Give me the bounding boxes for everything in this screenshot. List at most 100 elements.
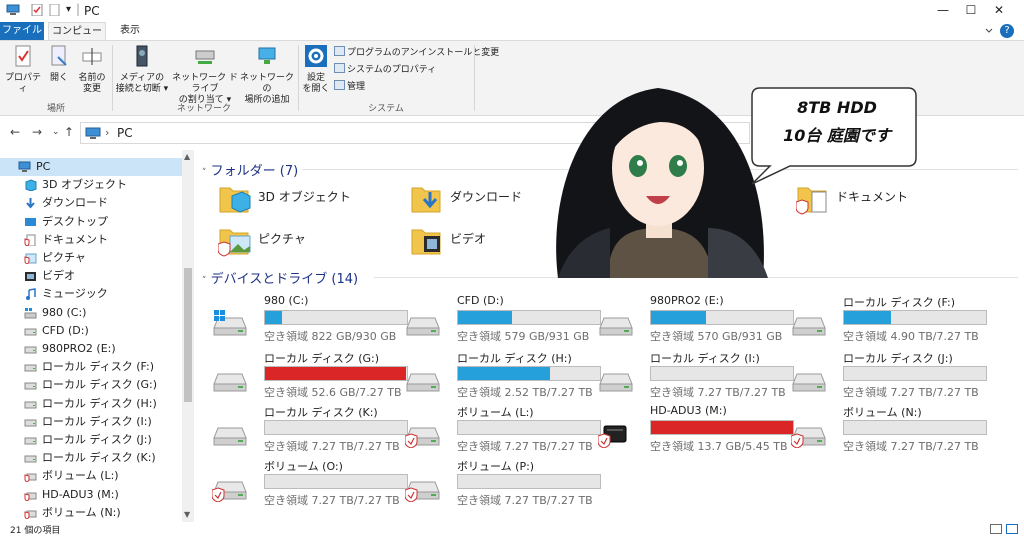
drive-name: ローカル ディスク (K:) <box>264 406 378 419</box>
drive-tile[interactable]: ローカル ディスク (F:) 空き領域 4.90 TB/7.27 TB <box>791 294 987 346</box>
tab-view[interactable]: 表示 <box>112 22 148 40</box>
nav-item[interactable]: ミュージック <box>0 285 182 303</box>
open-button[interactable]: 開く <box>44 45 74 84</box>
properties-button[interactable]: プロパティ <box>4 45 42 95</box>
protected-drive-icon <box>24 489 37 502</box>
nav-item-label: ローカル ディスク (H:) <box>42 396 157 410</box>
nav-item[interactable]: ピクチャ <box>0 249 182 267</box>
capacity-bar <box>457 310 601 325</box>
folder-item[interactable]: 3D オブジェクト <box>218 182 398 222</box>
nav-item[interactable]: CFD (D:) <box>0 322 182 340</box>
drive-tile[interactable]: ローカル ディスク (G:) 空き領域 52.6 GB/7.27 TB <box>212 350 408 402</box>
capacity-bar <box>843 366 987 381</box>
nav-item[interactable]: ボリューム (L:) <box>0 467 182 485</box>
tab-computer[interactable]: コンピューター <box>48 22 106 55</box>
nav-item[interactable]: ローカル ディスク (I:) <box>0 413 182 431</box>
nav-item[interactable]: HD-ADU3 (M:) <box>0 486 182 504</box>
nav-item[interactable]: 3D オブジェクト <box>0 176 182 194</box>
map-network-drive-button[interactable]: ネットワーク ドライブ の割り当て ▾ <box>170 45 240 106</box>
drive-tile[interactable]: 980PRO2 (E:) 空き領域 570 GB/931 GB <box>598 294 794 346</box>
tab-file[interactable]: ファイル <box>0 22 44 40</box>
capacity-bar-fill <box>844 311 891 324</box>
drive-tile[interactable]: ローカル ディスク (I:) 空き領域 7.27 TB/7.27 TB <box>598 350 794 402</box>
new-folder-icon[interactable] <box>48 4 62 16</box>
drive-tile[interactable]: ボリューム (L:) 空き領域 7.27 TB/7.27 TB <box>404 404 601 456</box>
system-properties-button[interactable]: システムのプロパティ <box>334 63 436 76</box>
scroll-thumb[interactable] <box>184 268 192 402</box>
drive-free-space: 空き領域 570 GB/931 GB <box>650 330 783 343</box>
help-button[interactable]: ? <box>1000 24 1014 38</box>
forward-button[interactable]: → <box>32 125 42 139</box>
add-network-location-button[interactable]: ネットワークの 場所の追加 <box>240 45 294 106</box>
rename-button[interactable]: 名前の 変更 <box>76 45 108 95</box>
folder-label: 3D オブジェクト <box>258 190 351 204</box>
drive-tile[interactable]: ボリューム (P:) 空き領域 7.27 TB/7.27 TB <box>404 458 601 510</box>
drive-tile[interactable]: ローカル ディスク (J:) 空き領域 7.27 TB/7.27 TB <box>791 350 987 402</box>
drive-tile[interactable]: 980 (C:) 空き領域 822 GB/930 GB <box>212 294 408 346</box>
open-icon <box>51 45 67 66</box>
nav-item-label: ローカル ディスク (I:) <box>42 414 152 428</box>
pictures-folder-icon <box>217 224 252 258</box>
open-settings-button[interactable]: 設定 を開く <box>302 45 330 95</box>
nav-item[interactable]: ボリューム (N:) <box>0 504 182 522</box>
capacity-bar-fill <box>458 367 551 380</box>
folders-section-header[interactable]: ˅ フォルダー (7) <box>202 160 298 179</box>
large-icons-view-icon[interactable] <box>1006 524 1018 534</box>
drive-icon <box>791 366 827 394</box>
nav-item-label: ボリューム (L:) <box>42 469 119 483</box>
network-location-icon <box>258 47 276 64</box>
drive-free-space: 空き領域 822 GB/930 GB <box>264 330 397 343</box>
folder-item[interactable]: ピクチャ <box>217 224 398 264</box>
properties-icon[interactable] <box>30 4 44 16</box>
quick-access-dropdown[interactable]: ▾ <box>66 4 71 15</box>
nav-item[interactable]: ドキュメント <box>0 231 182 249</box>
nav-item-label: 980 (C:) <box>42 305 87 319</box>
capacity-bar-fill <box>458 311 512 324</box>
group-separator <box>474 45 475 111</box>
drive-free-space: 空き領域 13.7 GB/5.45 TB <box>650 440 788 453</box>
drive-tile[interactable]: CFD (D:) 空き領域 579 GB/931 GB <box>405 294 601 346</box>
recent-locations-button[interactable]: ⌄ <box>52 127 60 137</box>
drive-icon <box>24 452 37 464</box>
nav-item[interactable]: デスクトップ <box>0 213 182 231</box>
drive-tile[interactable]: ボリューム (O:) 空き領域 7.27 TB/7.27 TB <box>211 458 408 510</box>
window-title: PC <box>84 4 100 18</box>
nav-item[interactable]: PC <box>0 158 182 176</box>
folder-item[interactable]: ドキュメント <box>795 182 976 222</box>
protected-drive-icon <box>24 470 37 483</box>
nav-scrollbar[interactable]: ▲ ▼ <box>182 150 194 522</box>
scroll-down-arrow[interactable]: ▼ <box>184 510 190 519</box>
nav-item[interactable]: ビデオ <box>0 267 182 285</box>
nav-item[interactable]: ダウンロード <box>0 194 182 212</box>
media-connect-button[interactable]: メディアの 接続と切断 ▾ <box>114 45 170 95</box>
close-button[interactable]: ✕ <box>976 0 1022 20</box>
protected-drive-icon <box>404 474 441 503</box>
nav-item[interactable]: ローカル ディスク (F:) <box>0 358 182 376</box>
nav-item[interactable]: 980 (C:) <box>0 304 182 322</box>
details-view-icon[interactable] <box>990 524 1002 534</box>
media-connect-label-1: メディアの <box>119 73 165 83</box>
group-label-network: ネットワーク <box>176 104 231 114</box>
chevron-down-icon[interactable] <box>984 26 994 36</box>
drive-tile[interactable]: HD-ADU3 (M:) 空き領域 13.7 GB/5.45 TB <box>597 404 794 456</box>
nav-item[interactable]: ローカル ディスク (K:) <box>0 449 182 467</box>
nav-item[interactable]: ローカル ディスク (J:) <box>0 431 182 449</box>
nav-item[interactable]: ローカル ディスク (G:) <box>0 376 182 394</box>
drive-tile[interactable]: ローカル ディスク (H:) 空き領域 2.52 TB/7.27 TB <box>405 350 601 402</box>
drive-tile[interactable]: ローカル ディスク (K:) 空き領域 7.27 TB/7.27 TB <box>212 404 408 456</box>
drive-name: 980PRO2 (E:) <box>650 294 724 307</box>
ribbon-tabs: ファイル コンピューター 表示 <box>0 22 1024 55</box>
breadcrumb-pc[interactable]: PC <box>117 126 133 140</box>
manage-label: 管理 <box>347 82 366 92</box>
capacity-bar <box>457 420 601 435</box>
rename-label-1: 名前の <box>78 73 106 83</box>
programs-icon <box>334 46 345 56</box>
up-button[interactable]: ↑ <box>64 125 74 139</box>
nav-item[interactable]: 980PRO2 (E:) <box>0 340 182 358</box>
scroll-up-arrow[interactable]: ▲ <box>184 152 190 161</box>
drive-tile[interactable]: ボリューム (N:) 空き領域 7.27 TB/7.27 TB <box>790 404 987 456</box>
back-button[interactable]: ← <box>10 125 20 139</box>
nav-item[interactable]: ローカル ディスク (H:) <box>0 395 182 413</box>
manage-button[interactable]: 管理 <box>334 80 365 93</box>
drives-section-header[interactable]: ˅ デバイスとドライブ (14) <box>202 268 358 287</box>
